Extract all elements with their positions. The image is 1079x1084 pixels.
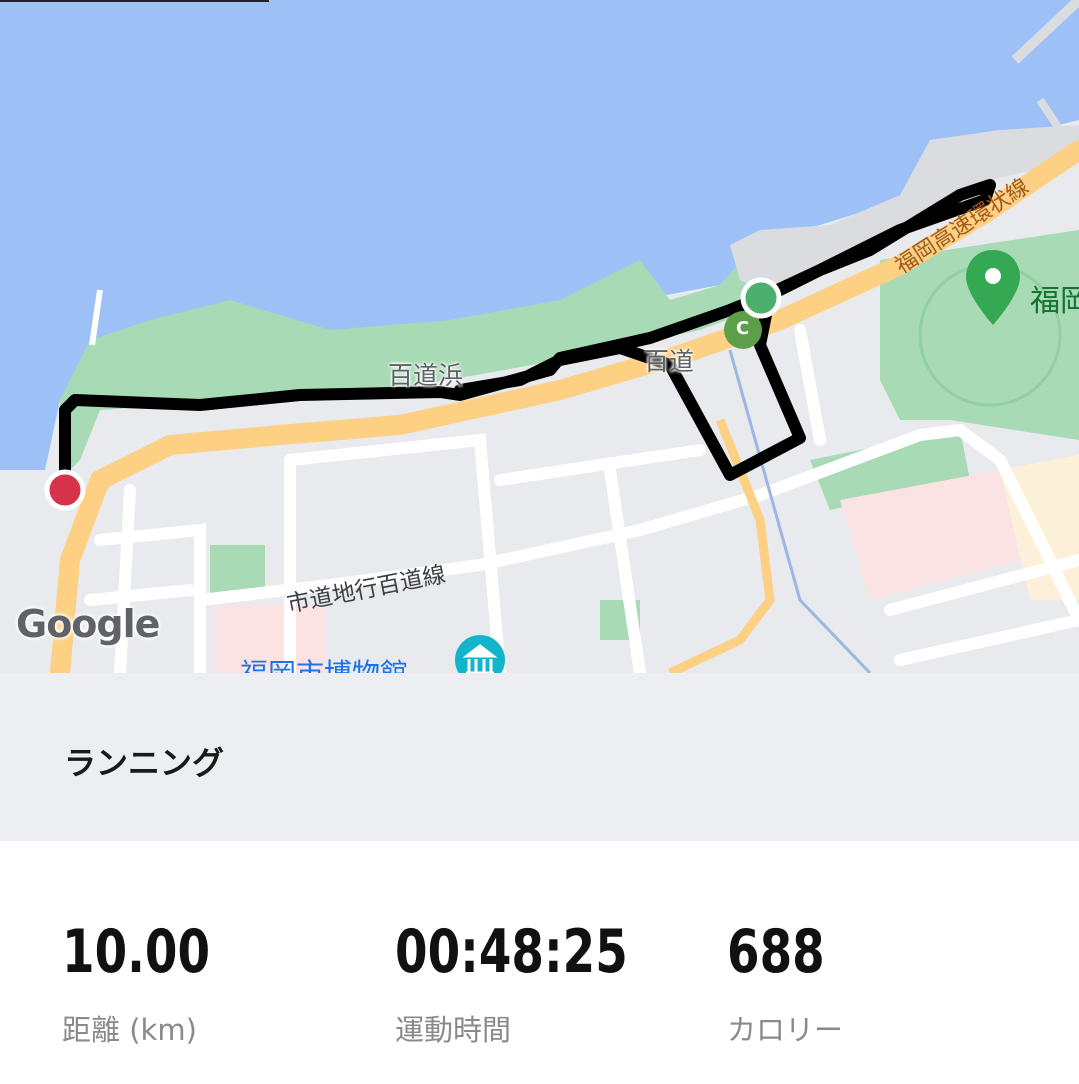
end-marker[interactable] bbox=[44, 469, 86, 511]
google-logo: Google bbox=[16, 602, 160, 646]
stats-panel: 10.00 距離 (km) 00:48:25 運動時間 688 カロリー bbox=[0, 841, 1079, 1084]
route-map[interactable]: 百道浜 百道 福岡高速環状線 市道地行百道線 福岡 福岡市博物館 C Googl… bbox=[0, 0, 1079, 673]
label-museum: 福岡市博物館 bbox=[240, 652, 408, 673]
duration-label: 運動時間 bbox=[395, 1013, 512, 1047]
activity-type: ランニング bbox=[64, 744, 225, 782]
start-marker[interactable] bbox=[740, 277, 782, 319]
c-marker-label: C bbox=[736, 318, 750, 339]
label-momochi: 百道 bbox=[644, 347, 695, 376]
distance-value: 10.00 bbox=[62, 917, 211, 987]
label-park: 福岡 bbox=[1030, 284, 1079, 319]
top-bar-indicator bbox=[0, 0, 269, 2]
distance-label: 距離 (km) bbox=[62, 1013, 197, 1047]
duration-value: 00:48:25 bbox=[395, 917, 628, 987]
calories-label: カロリー bbox=[727, 1013, 844, 1047]
label-momochihama: 百道浜 bbox=[388, 361, 464, 390]
calories-value: 688 bbox=[727, 917, 825, 987]
map-canvas bbox=[0, 0, 1079, 673]
